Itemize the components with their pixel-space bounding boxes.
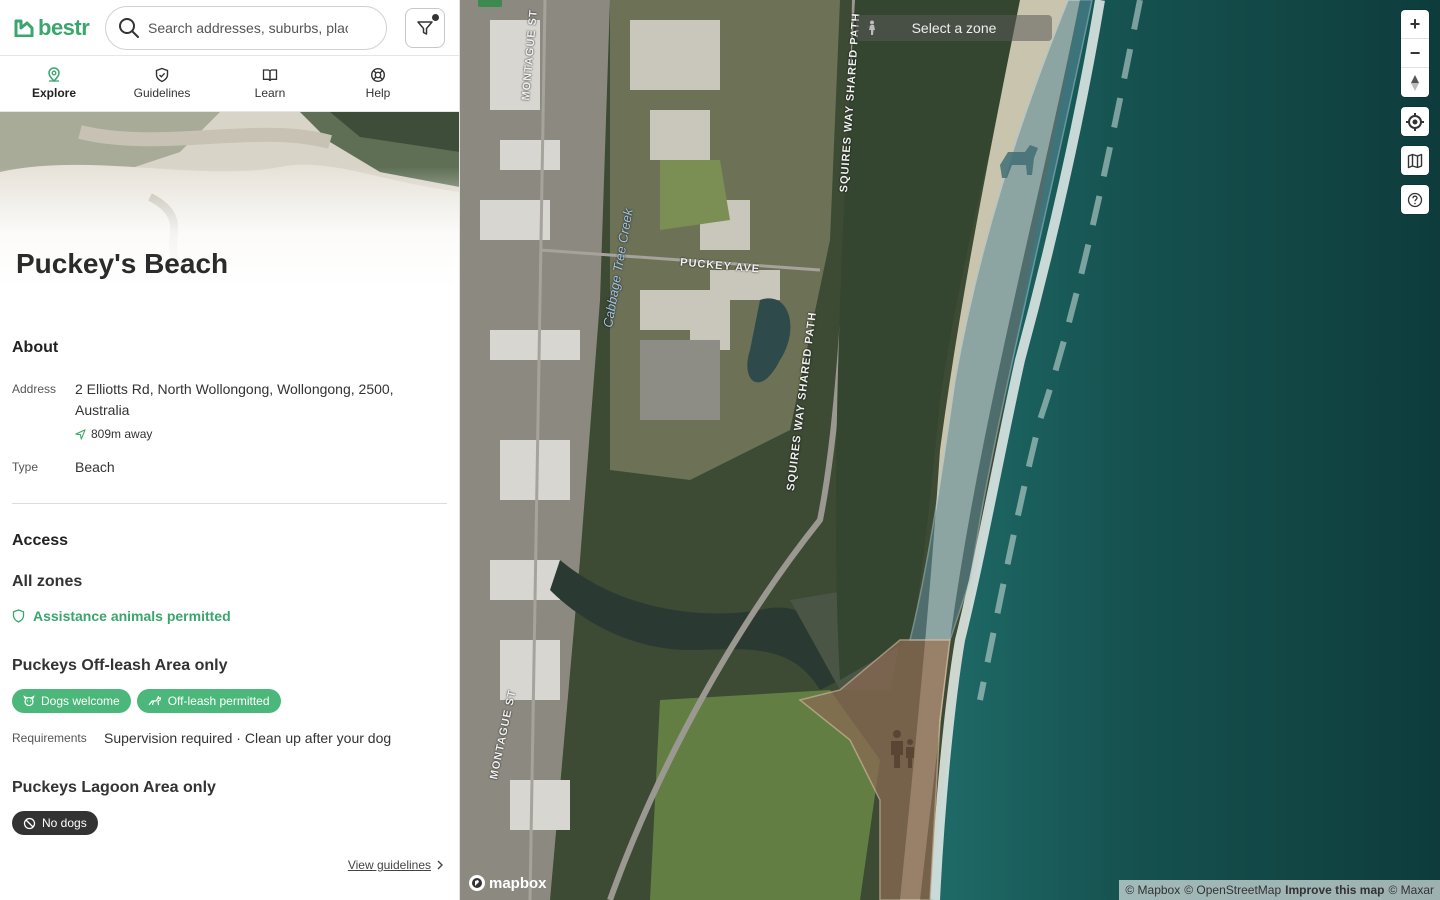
tab-learn[interactable]: Learn <box>216 56 324 111</box>
zoom-in-button[interactable]: + <box>1401 10 1429 39</box>
section-divider <box>12 503 447 504</box>
attribution-maxar[interactable]: © Maxar <box>1388 883 1434 897</box>
about-heading: About <box>12 339 59 356</box>
assistance-animals-text: Assistance animals permitted <box>33 608 231 624</box>
search-input[interactable] <box>148 19 348 36</box>
place-hero: Puckey's Beach <box>0 112 459 287</box>
filter-icon <box>417 20 433 35</box>
map-attribution: © Mapbox © OpenStreetMap Improve this ma… <box>1119 880 1440 900</box>
navigation-arrow-icon <box>75 429 86 440</box>
dog-face-icon <box>23 695 35 707</box>
requirements-value: Supervision required · Clean up after yo… <box>104 730 392 746</box>
zone-selector[interactable]: Select a zone <box>856 15 1052 41</box>
map-help-button[interactable] <box>1401 185 1429 214</box>
mapbox-logo-icon <box>469 875 485 891</box>
type-row: Type Beach <box>12 457 447 478</box>
tab-guidelines-label: Guidelines <box>133 86 191 100</box>
lagoon-badges: No dogs <box>12 811 447 835</box>
shield-check-icon <box>155 67 169 83</box>
address-label: Address <box>12 382 57 396</box>
attribution-mapbox[interactable]: © Mapbox <box>1125 883 1180 897</box>
filter-active-dot <box>432 13 439 21</box>
type-label: Type <box>12 460 39 474</box>
off-leash-badge: Off-leash permitted <box>136 689 281 713</box>
details-panel: bestr Search addresses, suburbs, places … <box>0 0 460 900</box>
filter-button[interactable] <box>405 7 445 48</box>
road-shield <box>478 0 502 7</box>
search-icon <box>119 17 139 38</box>
address-value: 2 Elliotts Rd, North Wollongong, Wollong… <box>75 381 394 418</box>
address-value-group: 2 Elliotts Rd, North Wollongong, Wollong… <box>75 379 447 445</box>
lifebuoy-icon <box>370 67 386 83</box>
map-style-button[interactable] <box>1401 146 1429 175</box>
no-dogs-text: No dogs <box>42 816 87 830</box>
map-style-control <box>1401 146 1429 175</box>
locate-me-button[interactable] <box>1401 107 1429 136</box>
improve-map-link[interactable]: Improve this map <box>1285 883 1384 897</box>
zone-title-off-leash: Puckeys Off-leash Area only <box>12 657 228 674</box>
chevron-right-icon <box>437 860 443 870</box>
access-heading: Access <box>12 532 69 549</box>
tab-explore-label: Explore <box>31 86 76 100</box>
map-pin-icon <box>48 67 60 83</box>
requirements-row: Requirements Supervision required · Clea… <box>12 730 447 746</box>
zone-selector-text: Select a zone <box>911 20 997 36</box>
tab-guidelines[interactable]: Guidelines <box>108 56 216 111</box>
search-box[interactable] <box>105 5 387 50</box>
mapbox-logo[interactable]: mapbox <box>468 874 547 892</box>
bestr-logo[interactable]: bestr <box>14 15 104 41</box>
requirements-label: Requirements <box>12 731 87 745</box>
mapbox-logo-text: mapbox <box>489 874 547 892</box>
distance: 809m away <box>75 424 447 445</box>
dog-running-icon <box>148 695 161 706</box>
zone-title-all: All zones <box>12 573 83 590</box>
book-icon <box>262 69 278 82</box>
map-imagery <box>460 0 1440 900</box>
crosshair-icon <box>1406 112 1424 131</box>
attribution-osm[interactable]: © OpenStreetMap <box>1184 883 1281 897</box>
prohibited-icon <box>23 817 36 829</box>
tab-learn-label: Learn <box>254 86 286 100</box>
dogs-welcome-badge: Dogs welcome <box>12 689 131 713</box>
compass-icon <box>1411 74 1419 91</box>
off-leash-text: Off-leash permitted <box>167 694 270 708</box>
distance-text: 809m away <box>91 427 153 441</box>
zoom-controls: + − <box>1401 10 1429 97</box>
no-dogs-badge: No dogs <box>12 811 98 835</box>
view-guidelines-link[interactable]: View guidelines <box>348 858 443 872</box>
bestr-logo-icon <box>14 19 34 37</box>
zoom-out-button[interactable]: − <box>1401 39 1429 68</box>
compass-button[interactable] <box>1401 68 1429 97</box>
type-value: Beach <box>75 459 115 475</box>
place-details: About Address 2 Elliotts Rd, North Wollo… <box>0 339 459 835</box>
zone-title-lagoon: Puckeys Lagoon Area only <box>12 779 216 796</box>
tab-help-label: Help <box>365 86 391 100</box>
view-guidelines-text: View guidelines <box>347 858 431 872</box>
assistance-animals-note: Assistance animals permitted <box>12 608 447 624</box>
top-bar: bestr <box>0 0 459 56</box>
logo-text: bestr <box>38 14 90 40</box>
shield-icon <box>12 609 25 623</box>
locate-control <box>1401 107 1429 136</box>
map-icon <box>1407 153 1423 168</box>
place-title: Puckey's Beach <box>16 248 229 279</box>
tab-help[interactable]: Help <box>324 56 432 111</box>
dogs-welcome-text: Dogs welcome <box>41 694 120 708</box>
tab-explore[interactable]: Explore <box>0 56 108 111</box>
satellite-map[interactable]: MONTAGUE ST MONTAGUE ST PUCKEY AVE SQUIR… <box>460 0 1440 900</box>
main-tabs: Explore Guidelines Learn Help <box>0 56 459 112</box>
walker-icon <box>856 20 886 36</box>
app-root: bestr Search addresses, suburbs, places … <box>0 0 1440 900</box>
map-help-control <box>1401 185 1429 214</box>
address-row: Address 2 Elliotts Rd, North Wollongong,… <box>12 379 447 445</box>
off-leash-badges: Dogs welcome Off-leash permitted <box>12 689 447 713</box>
question-circle-icon <box>1407 192 1423 207</box>
